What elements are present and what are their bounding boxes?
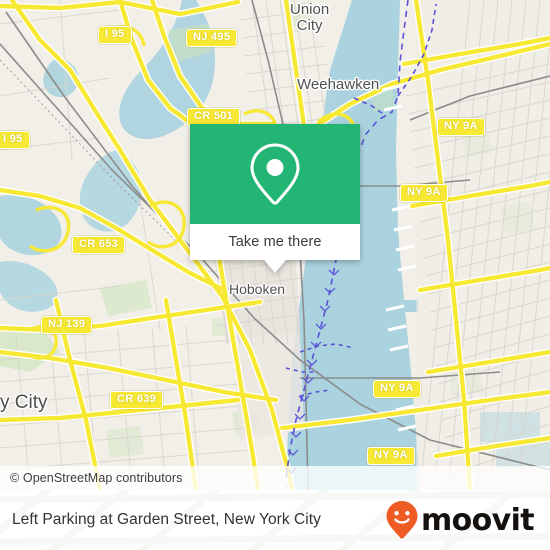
popup-card-header [190,124,360,224]
moovit-wordmark: moovit [420,502,535,538]
shield-ny-9a-mid[interactable]: NY 9A [373,380,421,398]
shield-nj-495[interactable]: NJ 495 [186,29,238,47]
shield-ny-9a-north[interactable]: NY 9A [437,118,485,136]
location-popup-card[interactable]: Take me there [190,124,360,273]
bottom-info-bar: Left Parking at Garden Street, New York … [0,490,550,550]
moovit-map-screenshot: Union City Weehawken Hoboken y City I 95… [0,0,550,550]
popup-card-pointer [264,260,286,273]
shield-ny-9a-upper[interactable]: NY 9A [400,184,448,202]
shield-cr-653[interactable]: CR 653 [72,236,126,254]
moovit-logo[interactable]: moovit [385,490,535,550]
shield-cr-639[interactable]: CR 639 [110,391,164,409]
page-title: Left Parking at Garden Street, New York … [12,511,321,528]
osm-attribution-bar: © OpenStreetMap contributors [0,466,550,490]
moovit-smiley-pin-icon [386,501,418,539]
place-label-hoboken: Hoboken [229,281,286,297]
osm-attribution-text[interactable]: © OpenStreetMap contributors [0,471,183,485]
shield-nj-139[interactable]: NJ 139 [41,316,93,334]
popup-card-action[interactable]: Take me there [190,224,360,260]
shield-ny-9a-south[interactable]: NY 9A [367,447,415,465]
take-me-there-label: Take me there [228,234,322,250]
place-label-weehawken: Weehawken [297,76,380,93]
map-pin-icon [250,143,300,205]
place-label-jersey-city: y City [0,392,48,413]
water-slip-1 [404,300,418,312]
shield-i-95-north[interactable]: I 95 [98,26,132,44]
place-label-union-city: Union City [290,1,330,34]
shield-i-95-west[interactable]: I 95 [0,131,30,149]
